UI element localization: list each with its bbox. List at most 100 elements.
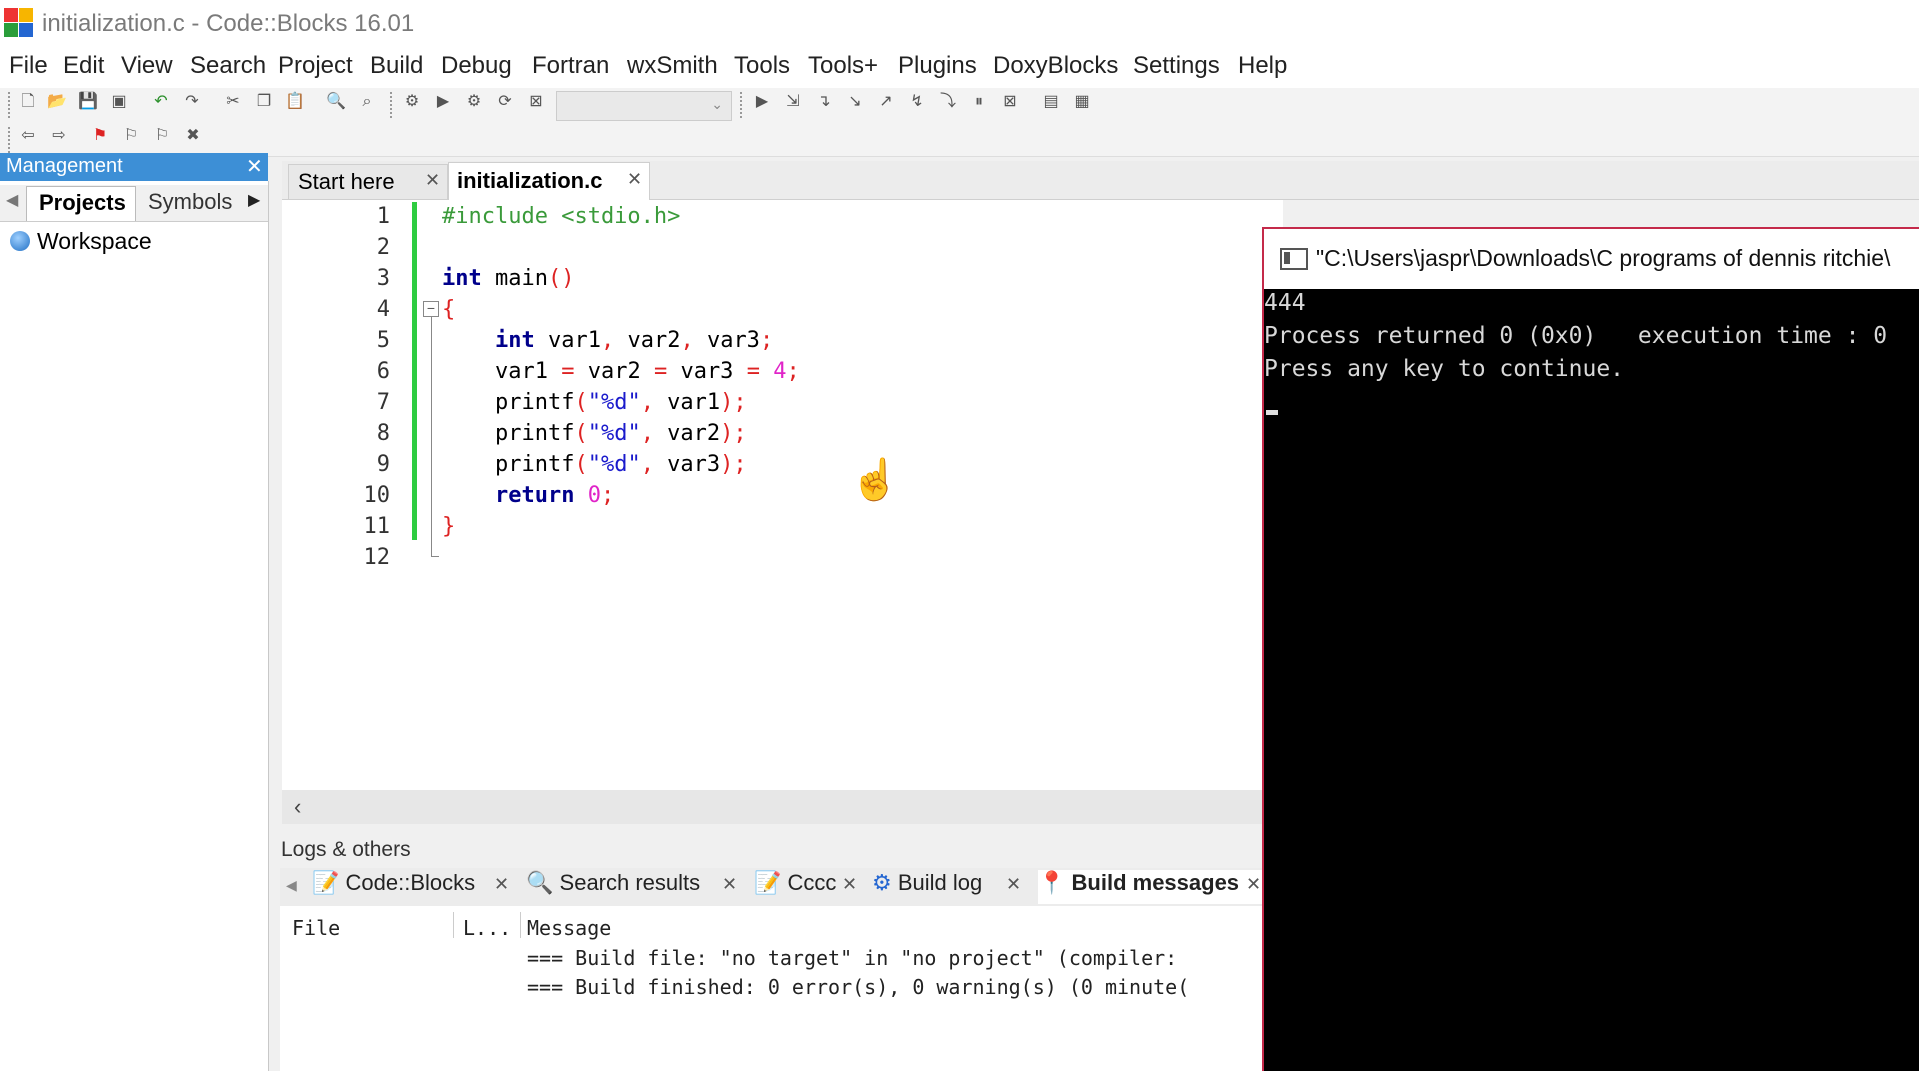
tab-start-here[interactable]: Start here ✕ bbox=[288, 164, 448, 199]
debug-windows-icon[interactable]: ▤ bbox=[1041, 92, 1061, 112]
toolbar-grip[interactable] bbox=[8, 92, 14, 118]
pause-icon[interactable]: ⏸ bbox=[969, 92, 989, 112]
cut-icon[interactable]: ✂ bbox=[223, 92, 243, 112]
close-icon[interactable]: ✕ bbox=[1006, 874, 1021, 895]
build-target-select[interactable]: ⌄ bbox=[556, 91, 732, 121]
table-row[interactable]: === Build file: "no target" in "no proje… bbox=[527, 946, 1177, 970]
console-output-line: 444 bbox=[1264, 290, 1306, 316]
bookmark-toolbar bbox=[0, 124, 1919, 157]
menu-tools-plus[interactable]: Tools+ bbox=[808, 52, 878, 80]
run-icon[interactable]: ▶ bbox=[433, 92, 453, 112]
close-icon[interactable]: ✕ bbox=[722, 874, 737, 895]
menu-plugins[interactable]: Plugins bbox=[898, 52, 977, 80]
line-number: 3 bbox=[376, 266, 390, 291]
debug-continue-icon[interactable]: ▶ bbox=[752, 92, 772, 112]
code-line-9: printf("%d", var3); bbox=[442, 452, 747, 477]
menu-debug[interactable]: Debug bbox=[441, 52, 512, 80]
replace-icon[interactable]: ⌕ bbox=[357, 92, 377, 112]
code-line-3: int main() bbox=[442, 266, 575, 291]
tab-build-log[interactable]: ⚙ Build log ✕ bbox=[872, 870, 1024, 904]
column-header-file[interactable]: File bbox=[292, 916, 340, 940]
stop-debug-icon[interactable]: ⊠ bbox=[1000, 92, 1020, 112]
clear-bookmarks-icon[interactable]: ✖ bbox=[183, 126, 203, 146]
code-line-11: } bbox=[442, 514, 456, 539]
scroll-left-icon[interactable]: ‹ bbox=[294, 794, 301, 820]
menu-build[interactable]: Build bbox=[370, 52, 423, 80]
logs-panel-title: Logs & others bbox=[281, 838, 411, 861]
step-out-icon[interactable]: ↗ bbox=[876, 92, 896, 112]
rebuild-icon[interactable]: ⟳ bbox=[495, 92, 515, 112]
prev-bookmark-icon[interactable]: ⚐ bbox=[121, 126, 141, 146]
open-file-icon[interactable]: 📂 bbox=[47, 92, 67, 112]
change-bar bbox=[412, 202, 417, 540]
menu-view[interactable]: View bbox=[121, 52, 173, 80]
close-icon[interactable]: ✕ bbox=[246, 154, 263, 179]
find-icon[interactable]: 🔍 bbox=[326, 92, 346, 112]
console-window[interactable] bbox=[1262, 227, 1919, 1071]
step-instruction-icon[interactable]: ⤵ bbox=[938, 92, 958, 112]
new-file-icon[interactable]: 🗋 bbox=[18, 92, 38, 112]
build-and-run-icon[interactable]: ⚙ bbox=[464, 92, 484, 112]
column-header-line[interactable]: L... bbox=[463, 916, 511, 940]
tab-label: Start here bbox=[298, 169, 395, 194]
step-into-icon[interactable]: ↘ bbox=[845, 92, 865, 112]
tab-scroll-right-icon[interactable]: ▶ bbox=[248, 190, 260, 210]
tab-scroll-left-icon[interactable]: ◀ bbox=[286, 877, 297, 894]
tab-cccc[interactable]: 📝 Cccc ✕ bbox=[754, 870, 860, 904]
next-bookmark-icon[interactable]: ⚐ bbox=[152, 126, 172, 146]
save-icon[interactable]: 💾 bbox=[78, 92, 98, 112]
tab-initialization-c[interactable]: initialization.c ✕ bbox=[448, 162, 650, 200]
menu-edit[interactable]: Edit bbox=[63, 52, 104, 80]
copy-icon[interactable]: ❐ bbox=[254, 92, 274, 112]
toolbar-grip[interactable] bbox=[8, 127, 14, 153]
menu-tools[interactable]: Tools bbox=[734, 52, 790, 80]
code-editor[interactable] bbox=[282, 200, 1283, 790]
paste-icon[interactable]: 📋 bbox=[285, 92, 305, 112]
jump-forward-icon[interactable]: ⇨ bbox=[49, 126, 69, 146]
horizontal-scrollbar[interactable] bbox=[282, 790, 1282, 824]
toolbar-grip[interactable] bbox=[390, 92, 396, 118]
menu-search[interactable]: Search bbox=[190, 52, 266, 80]
build-gear-icon[interactable]: ⚙ bbox=[402, 92, 422, 112]
close-icon[interactable]: ✕ bbox=[1246, 874, 1261, 895]
line-number: 6 bbox=[376, 359, 390, 384]
page-icon: 📝 bbox=[312, 870, 340, 895]
tab-codeblocks-log[interactable]: 📝 Code::Blocks ✕ bbox=[312, 870, 510, 904]
tab-search-results[interactable]: 🔍 Search results ✕ bbox=[526, 870, 738, 904]
tab-scroll-left-icon[interactable]: ◀ bbox=[6, 190, 18, 210]
tab-build-messages[interactable]: 📍 Build messages ✕ bbox=[1038, 870, 1262, 904]
save-all-icon[interactable]: ▣ bbox=[109, 92, 129, 112]
next-instruction-icon[interactable]: ↯ bbox=[907, 92, 927, 112]
undo-icon[interactable]: ↶ bbox=[151, 92, 171, 112]
menu-settings[interactable]: Settings bbox=[1133, 52, 1220, 80]
menu-file[interactable]: File bbox=[9, 52, 48, 80]
redo-icon[interactable]: ↷ bbox=[182, 92, 202, 112]
tree-item-workspace[interactable]: Workspace bbox=[37, 228, 152, 255]
toggle-bookmark-icon[interactable]: ⚑ bbox=[90, 126, 110, 146]
tab-symbols[interactable]: Symbols bbox=[140, 186, 240, 220]
menu-project[interactable]: Project bbox=[278, 52, 353, 80]
fold-toggle-icon[interactable]: − bbox=[423, 301, 439, 317]
run-to-cursor-icon[interactable]: ⇲ bbox=[783, 92, 803, 112]
code-line-7: printf("%d", var1); bbox=[442, 390, 747, 415]
abort-icon[interactable]: ⊠ bbox=[526, 92, 546, 112]
column-header-message[interactable]: Message bbox=[527, 916, 611, 940]
close-icon[interactable]: ✕ bbox=[627, 169, 642, 190]
close-icon[interactable]: ✕ bbox=[494, 874, 509, 895]
tab-label: Build messages bbox=[1071, 870, 1240, 895]
line-number: 8 bbox=[376, 421, 390, 446]
close-icon[interactable]: ✕ bbox=[842, 874, 857, 895]
menu-fortran[interactable]: Fortran bbox=[532, 52, 609, 80]
jump-back-icon[interactable]: ⇦ bbox=[18, 126, 38, 146]
close-icon[interactable]: ✕ bbox=[425, 170, 440, 191]
tab-projects[interactable]: Projects bbox=[26, 186, 136, 221]
pin-icon: 📍 bbox=[1038, 870, 1066, 895]
various-info-icon[interactable]: ▦ bbox=[1072, 92, 1092, 112]
table-row[interactable]: === Build finished: 0 error(s), 0 warnin… bbox=[527, 975, 1189, 999]
menu-doxyblocks[interactable]: DoxyBlocks bbox=[993, 52, 1118, 80]
code-line-6: var1 = var2 = var3 = 4; bbox=[442, 359, 800, 384]
toolbar-grip[interactable] bbox=[740, 92, 746, 118]
next-line-icon[interactable]: ↴ bbox=[814, 92, 834, 112]
menu-wxsmith[interactable]: wxSmith bbox=[627, 52, 718, 80]
menu-help[interactable]: Help bbox=[1238, 52, 1287, 80]
